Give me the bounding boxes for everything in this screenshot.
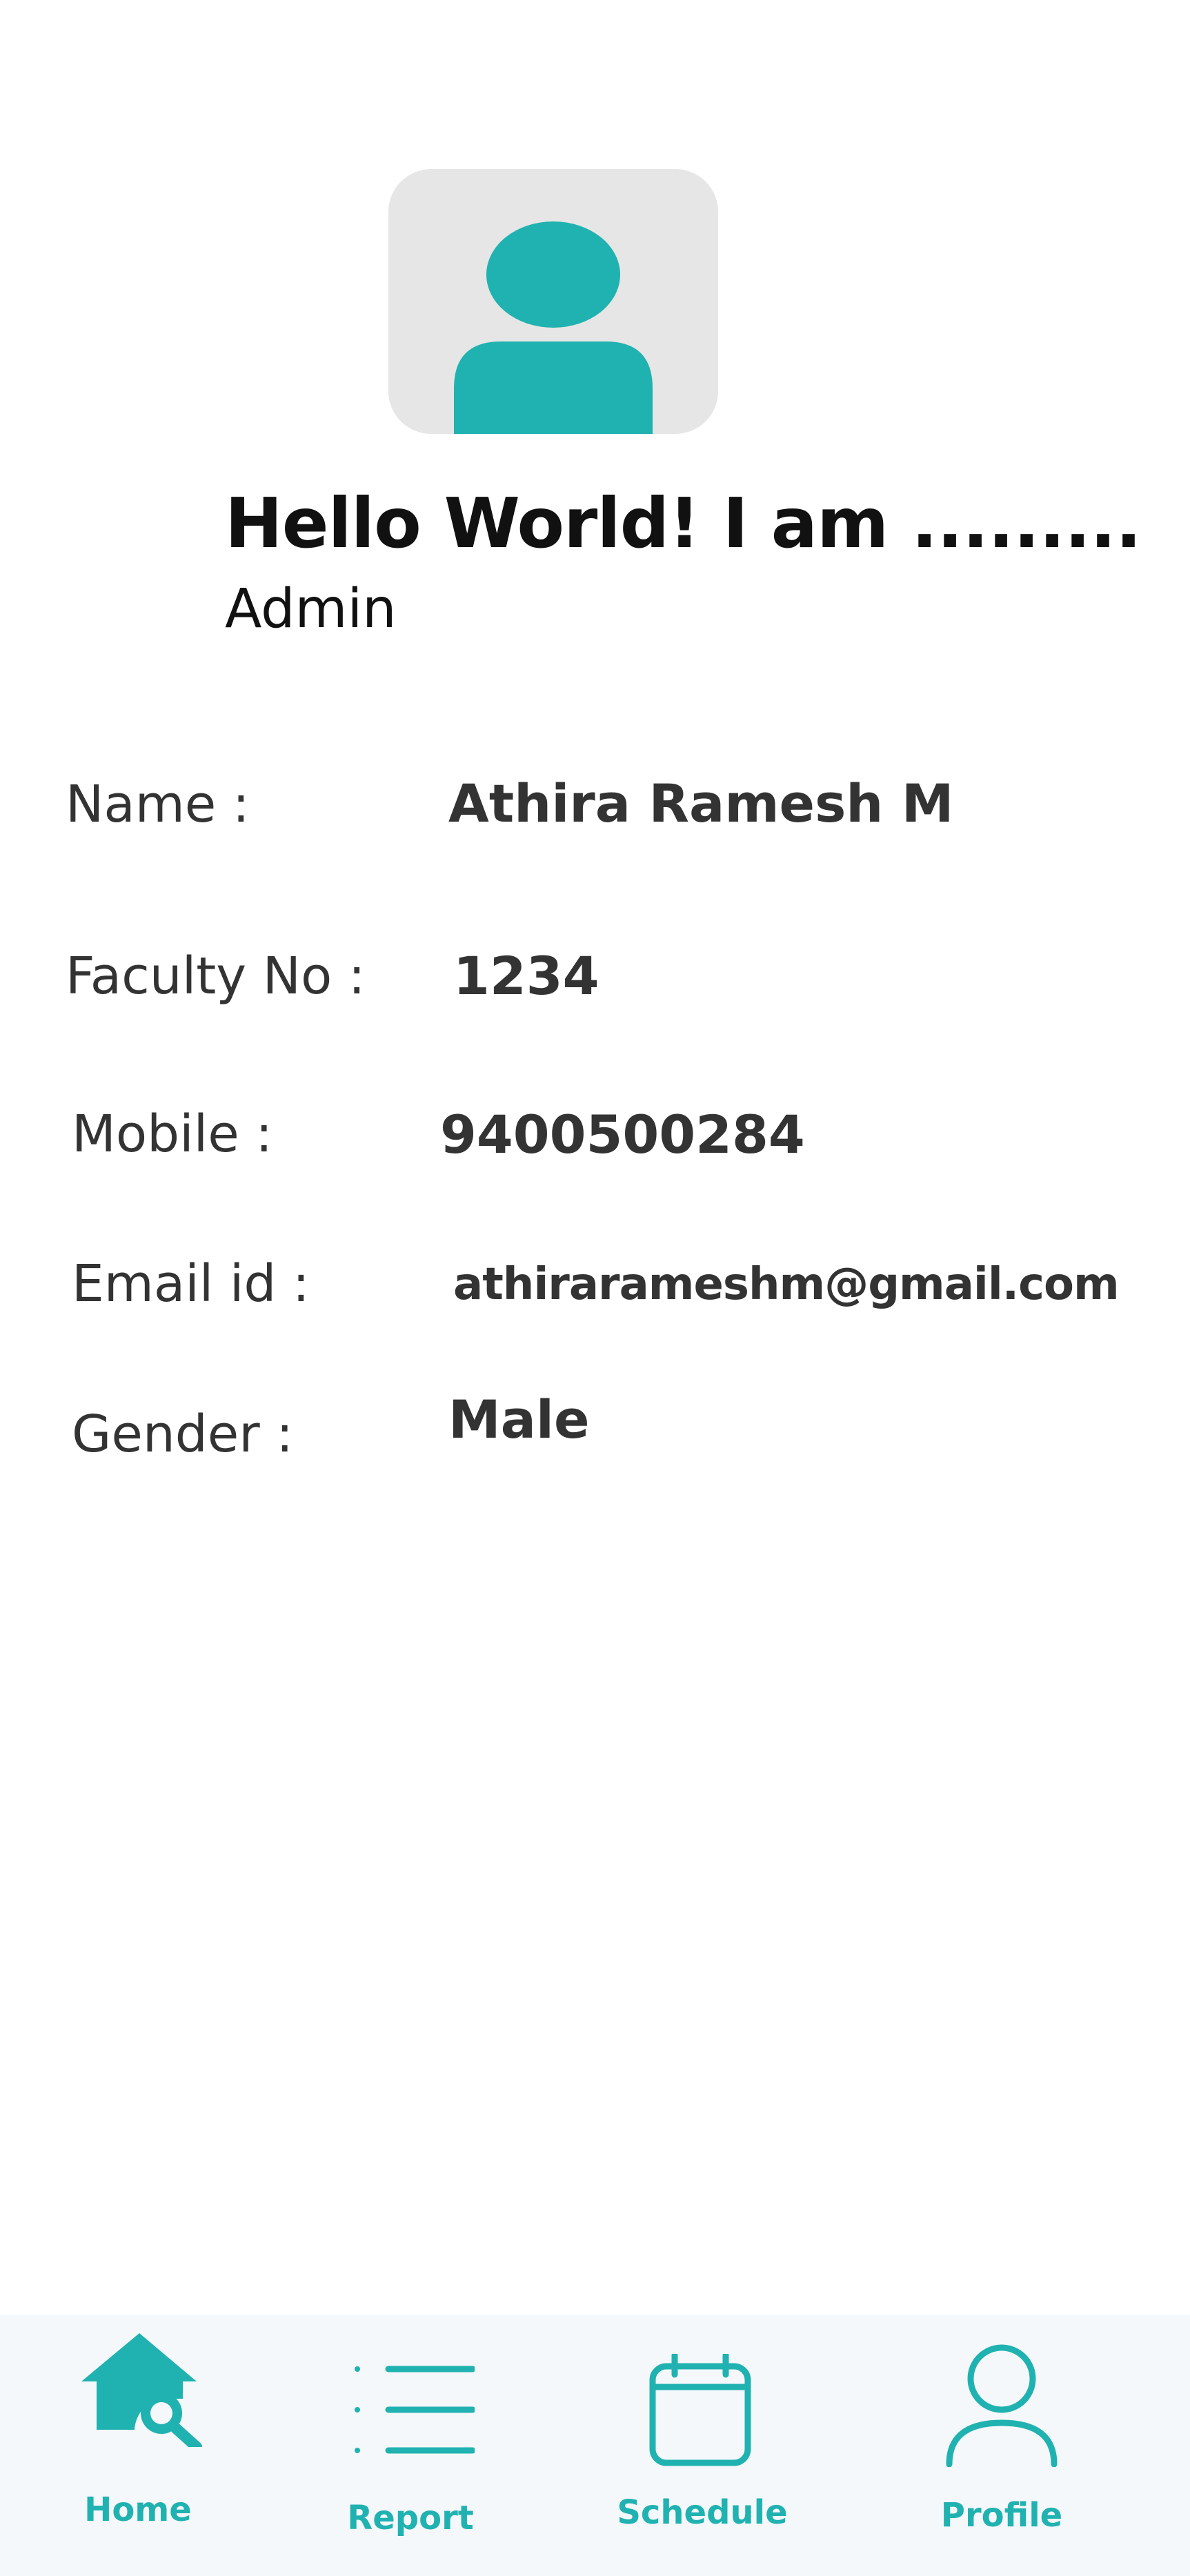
mobile-label: Mobile : [72,1104,273,1164]
nav-label-home: Home [84,2490,192,2529]
mobile-value: 9400500284 [440,1104,805,1165]
gender-value: Male [448,1389,590,1450]
bottom-nav: Home Report Schedule Profile [0,2315,1190,2576]
calendar-icon [649,2354,751,2466]
role-label: Admin [225,578,397,640]
email-label: Email id : [72,1254,310,1314]
email-value: athirarameshm@gmail.com [453,1259,1120,1310]
nav-item-report[interactable]: Report [276,2315,566,2576]
nav-item-profile[interactable]: Profile [842,2315,1190,2576]
name-value: Athira Ramesh M [448,773,954,834]
nav-item-schedule[interactable]: Schedule [566,2315,842,2576]
nav-label-profile: Profile [940,2496,1063,2535]
home-search-icon [81,2333,202,2447]
nav-item-home[interactable]: Home [0,2315,276,2576]
name-label: Name : [66,775,250,834]
nav-label-report: Report [347,2499,474,2537]
greeting-title: Hello World! I am ......... [225,483,1142,564]
faculty-no-value: 1234 [453,945,599,1007]
user-avatar-icon [454,221,653,434]
avatar [388,169,718,434]
list-icon [355,2366,475,2454]
gender-label: Gender : [72,1405,294,1464]
nav-label-schedule: Schedule [617,2493,788,2532]
user-icon [946,2344,1058,2467]
faculty-no-label: Faculty No : [66,947,366,1006]
